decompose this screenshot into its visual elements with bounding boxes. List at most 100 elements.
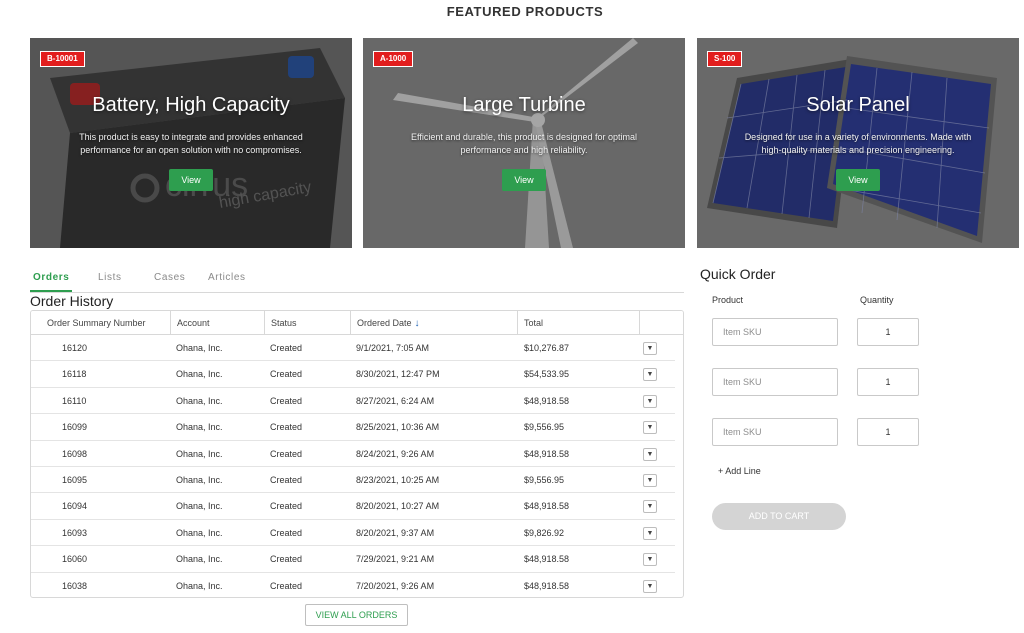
tab-orders[interactable]: Orders (33, 272, 69, 283)
account-cell: Ohana, Inc. (176, 422, 223, 433)
item-sku-input[interactable] (712, 418, 838, 446)
quantity-input[interactable] (857, 418, 919, 446)
row-actions-dropdown-icon[interactable]: ▼ (643, 421, 657, 435)
item-sku-input[interactable] (712, 318, 838, 346)
account-cell: Ohana, Inc. (176, 527, 223, 538)
ordered-date-cell: 8/23/2021, 10:25 AM (356, 475, 440, 485)
view-product-button[interactable]: View (836, 169, 880, 191)
row-actions-dropdown-icon[interactable]: ▼ (643, 579, 657, 593)
account-cell: Ohana, Inc. (176, 501, 223, 512)
quantity-input[interactable] (857, 368, 919, 396)
tab-articles[interactable]: Articles (208, 272, 246, 283)
total-cell: $48,918.58 (524, 554, 570, 565)
total-cell: $48,918.58 (524, 448, 570, 459)
view-all-orders-button[interactable]: VIEW ALL ORDERS (305, 604, 408, 626)
product-description: This product is easy to integrate and pr… (79, 132, 303, 155)
order-number-cell: 16060 (62, 554, 88, 565)
order-number-cell: 16038 (62, 580, 88, 591)
column-header-status[interactable]: Status (264, 311, 350, 335)
quick-order-title: Quick Order (700, 266, 776, 282)
view-product-button[interactable]: View (502, 169, 546, 191)
table-row: 16095 Ohana, Inc. Created 8/23/2021, 10:25 … (31, 467, 675, 494)
account-cell: Ohana, Inc. (176, 343, 223, 353)
featured-products-carousel: cirrus high capacity B-10001 Battery, Hi… (30, 38, 1019, 248)
item-sku-input[interactable] (712, 368, 838, 396)
view-product-button[interactable]: View (169, 169, 213, 191)
order-number-cell: 16099 (62, 422, 88, 433)
row-actions-dropdown-icon[interactable]: ▼ (643, 394, 657, 408)
ordered-date-cell: 7/29/2021, 9:21 AM (356, 554, 435, 565)
table-row: 16099 Ohana, Inc. Created 8/25/2021, 10:36 … (31, 414, 675, 441)
tab-lists[interactable]: Lists (98, 272, 122, 283)
order-history-title: Order History (30, 293, 114, 309)
order-number-cell: 16118 (62, 369, 87, 380)
status-cell: Created (270, 501, 303, 512)
product-card-battery[interactable]: cirrus high capacity B-10001 Battery, Hi… (30, 38, 352, 248)
quantity-input[interactable] (857, 318, 919, 346)
row-actions-dropdown-icon[interactable]: ▼ (643, 553, 657, 567)
row-actions-dropdown-icon[interactable]: ▼ (643, 526, 657, 540)
add-to-cart-button[interactable]: ADD TO CART (712, 503, 846, 530)
order-number-cell: 16110 (62, 395, 87, 406)
column-header-actions (639, 311, 683, 335)
status-cell: Created (270, 527, 303, 538)
table-row: 16093 Ohana, Inc. Created 8/20/2021, 9:37 A… (31, 520, 675, 547)
active-tab-indicator (30, 290, 72, 292)
total-cell: $48,918.58 (524, 395, 570, 406)
product-title: Solar Panel (806, 94, 910, 116)
account-cell: Ohana, Inc. (176, 369, 223, 380)
order-history-table: Order Summary Number Account Status Orde… (30, 310, 684, 598)
product-title: Large Turbine (462, 94, 586, 116)
product-card-solar-panel[interactable]: S-100 Solar Panel Designed for use in a … (697, 38, 1019, 248)
status-cell: Created (270, 343, 303, 353)
quantity-column-label: Quantity (860, 295, 894, 305)
featured-products-heading: FEATURED PRODUCTS (446, 4, 604, 19)
column-header-order-number[interactable]: Order Summary Number (31, 311, 170, 335)
row-actions-dropdown-icon[interactable]: ▼ (643, 500, 657, 514)
column-header-total[interactable]: Total (517, 311, 639, 335)
sku-badge: A-1000 (373, 51, 414, 67)
sku-badge: S-100 (707, 51, 743, 67)
add-line-link[interactable]: + Add Line (718, 466, 761, 476)
column-header-ordered-date[interactable]: Ordered Date ↓ (350, 311, 517, 335)
ordered-date-cell: 9/1/2021, 7:05 AM (356, 343, 430, 353)
row-actions-dropdown-icon[interactable]: ▼ (643, 447, 657, 461)
account-cell: Ohana, Inc. (176, 395, 223, 406)
row-actions-dropdown-icon[interactable]: ▼ (643, 342, 657, 355)
ordered-date-cell: 8/24/2021, 9:26 AM (356, 448, 435, 459)
table-row: 16094 Ohana, Inc. Created 8/20/2021, 10:27 … (31, 493, 675, 520)
sku-badge: B-10001 (40, 51, 85, 67)
ordered-date-cell: 8/20/2021, 9:37 AM (356, 527, 435, 538)
product-column-label: Product (712, 295, 744, 305)
total-cell: $9,556.95 (524, 475, 565, 485)
table-row: 16120 Ohana, Inc. Created 9/1/2021, 7:05 AM… (31, 335, 675, 362)
status-cell: Created (270, 448, 303, 459)
product-description: Efficient and durable, this product is d… (411, 132, 637, 155)
row-actions-dropdown-icon[interactable]: ▼ (643, 474, 657, 487)
product-card-turbine[interactable]: A-1000 Large Turbine Efficient and durab… (363, 38, 685, 248)
table-row: 16110 Ohana, Inc. Created 8/27/2021, 6:24 A… (31, 388, 675, 415)
status-cell: Created (270, 395, 303, 406)
status-cell: Created (270, 475, 303, 485)
order-number-cell: 16098 (62, 448, 88, 459)
account-cell: Ohana, Inc. (176, 475, 223, 485)
ordered-date-cell: 8/20/2021, 10:27 AM (356, 501, 440, 512)
status-cell: Created (270, 580, 303, 591)
order-number-cell: 16095 (62, 475, 88, 485)
total-cell: $9,826.92 (524, 527, 565, 538)
ordered-date-cell: 8/30/2021, 12:47 PM (356, 369, 440, 380)
table-row: 16060 Ohana, Inc. Created 7/29/2021, 9:21 A… (31, 546, 675, 573)
account-cell: Ohana, Inc. (176, 448, 223, 459)
account-tabs: Orders Lists Cases Articles (30, 269, 684, 293)
column-header-account[interactable]: Account (170, 311, 264, 335)
order-number-cell: 16093 (62, 527, 88, 538)
tab-cases[interactable]: Cases (154, 272, 185, 283)
status-cell: Created (270, 554, 303, 565)
row-actions-dropdown-icon[interactable]: ▼ (643, 368, 657, 382)
table-header: Order Summary Number Account Status Orde… (31, 311, 683, 335)
total-cell: $48,918.58 (524, 501, 570, 512)
ordered-date-cell: 8/27/2021, 6:24 AM (356, 395, 435, 406)
total-cell: $54,533.95 (524, 369, 570, 380)
account-cell: Ohana, Inc. (176, 580, 223, 591)
table-row: 16038 Ohana, Inc. Created 7/20/2021, 9:26 A… (31, 573, 675, 597)
